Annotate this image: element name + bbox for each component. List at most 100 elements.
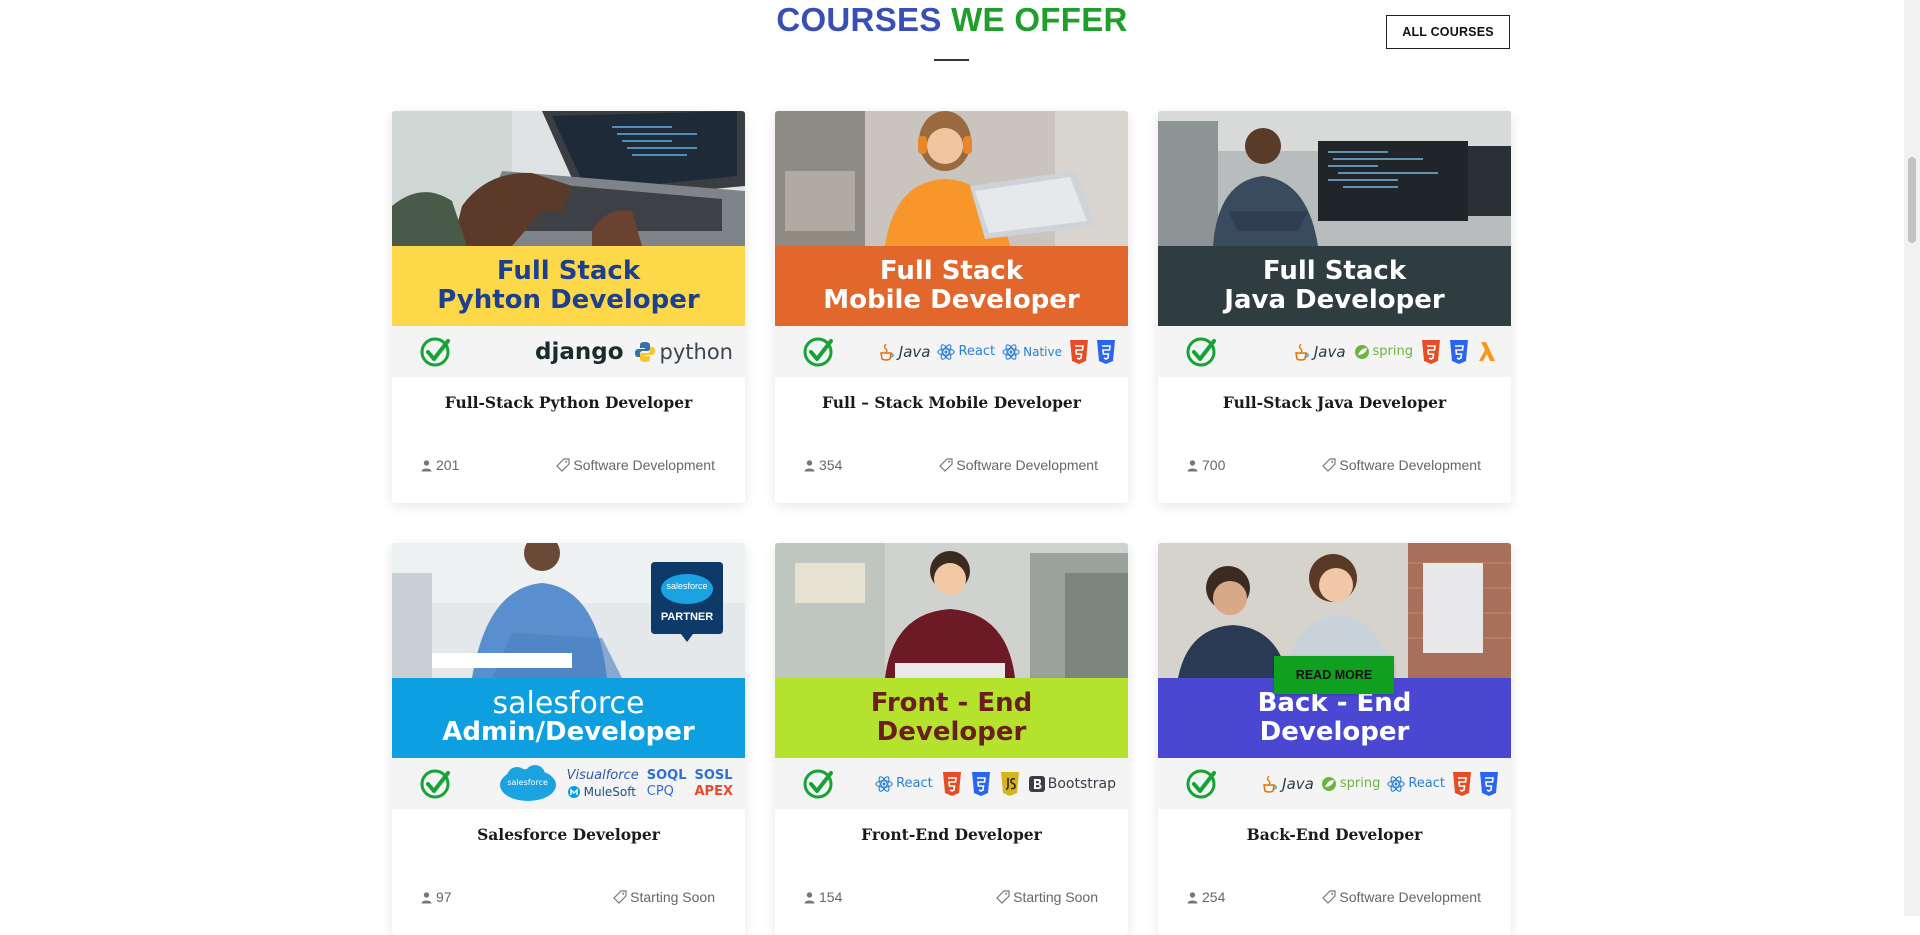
spring-leaf-icon (1354, 344, 1369, 359)
student-desk-photo (775, 543, 1128, 678)
django-logo: django (535, 338, 624, 365)
java-logo: Java (1261, 774, 1314, 794)
course-thumbnail[interactable]: Full Stack Pyhton Developer django pytho (392, 111, 745, 377)
java-label: Java (1282, 774, 1314, 793)
course-card-java[interactable]: Full Stack Java Developer Java spring Fu… (1158, 111, 1511, 503)
banner-line-2: Developer (876, 717, 1027, 747)
course-category-label: Software Development (956, 457, 1098, 473)
student-count-value: 154 (819, 889, 843, 905)
page-scrollbar[interactable] (1904, 0, 1920, 916)
tech-strip: Java React Native (775, 326, 1128, 377)
checkmark-icon (420, 337, 450, 367)
react-icon (937, 343, 956, 360)
user-icon (804, 459, 815, 471)
scrollbar-thumb[interactable] (1908, 157, 1916, 243)
tech-strip: Java spring React (1158, 758, 1511, 809)
course-card-python[interactable]: Full Stack Pyhton Developer django pytho (392, 111, 745, 503)
react-logo: React (937, 343, 995, 361)
java-label: Java (898, 342, 931, 361)
html5-icon (1453, 771, 1471, 796)
tech-logos: Java spring (1236, 326, 1499, 377)
javascript-icon (1000, 771, 1019, 796)
all-courses-button[interactable]: ALL COURSES (1386, 15, 1510, 49)
react-icon (1387, 775, 1405, 792)
mulesoft-logo: MuleSoft (567, 784, 639, 799)
lambda-icon (1479, 341, 1495, 361)
course-thumbnail[interactable]: Front - End Developer React Bootstrap (775, 543, 1128, 809)
laptop-photo (392, 111, 745, 246)
bootstrap-label: Bootstrap (1047, 775, 1116, 792)
course-thumbnail[interactable]: Full Stack Mobile Developer Java React N… (775, 111, 1128, 377)
salesforce-tools: Visualforce SOQL SOSL MuleSoft CPQ APEX (567, 768, 733, 799)
course-thumbnail[interactable]: salesforce PARTNER salesforce Admin/Deve… (392, 543, 745, 809)
course-card-mobile[interactable]: Full Stack Mobile Developer Java React N… (775, 111, 1128, 503)
course-card-salesforce[interactable]: salesforce PARTNER salesforce Admin/Deve… (392, 543, 745, 935)
checkmark-icon (1186, 769, 1216, 799)
visualforce-label: Visualforce (566, 768, 639, 783)
student-count-value: 254 (1202, 889, 1226, 905)
spring-leaf-icon (1321, 776, 1336, 791)
student-count: 154 (803, 889, 842, 905)
react-logo: React (875, 775, 933, 793)
course-category[interactable]: Software Development (556, 457, 715, 473)
course-category[interactable]: Starting Soon (613, 889, 715, 905)
java-cup-icon (1294, 343, 1309, 361)
course-title[interactable]: Full – Stack Mobile Developer (775, 393, 1128, 412)
react-logo: React (1387, 775, 1445, 793)
checkmark-icon (420, 769, 450, 799)
python-icon (634, 341, 655, 362)
spring-label: spring (1372, 344, 1413, 359)
course-meta: 254 Software Development (1186, 889, 1481, 905)
student-laptop-photo (775, 111, 1128, 246)
react-label: React (1408, 776, 1445, 791)
course-category[interactable]: Software Development (939, 457, 1098, 473)
salesforce-cloud-label: salesforce (507, 777, 548, 787)
student-count: 354 (803, 457, 842, 473)
course-title[interactable]: Front-End Developer (775, 825, 1128, 844)
read-more-button[interactable]: READ MORE (1274, 656, 1394, 694)
banner-line-2: Pyhton Developer (437, 285, 700, 315)
banner-line-2: Admin/Developer (442, 717, 695, 747)
react-native-label: Native (1023, 344, 1062, 359)
student-count: 97 (420, 889, 452, 905)
course-title[interactable]: Full-Stack Python Developer (392, 393, 745, 412)
course-card-backend[interactable]: Back - End Developer Java spring React R… (1158, 543, 1511, 935)
course-category[interactable]: Software Development (1322, 457, 1481, 473)
courses-section: COURSES WE OFFER ALL COURSES Full Stack … (0, 0, 1904, 935)
course-banner: Front - End Developer (775, 678, 1128, 758)
course-category[interactable]: Starting Soon (996, 889, 1098, 905)
mulesoft-label: MuleSoft (583, 784, 636, 799)
banner-line-1: Full Stack (879, 256, 1024, 286)
student-count-value: 97 (436, 889, 452, 905)
partner-badge-label: PARTNER (660, 611, 714, 623)
checkmark-icon (803, 769, 833, 799)
course-meta: 97 Starting Soon (420, 889, 715, 905)
css3-icon (1480, 771, 1498, 796)
apex-label: APEX (694, 784, 734, 799)
salesforce-partner-badge (651, 562, 723, 642)
course-title[interactable]: Full-Stack Java Developer (1158, 393, 1511, 412)
sosl-label: SOSL (694, 768, 733, 783)
course-card-frontend[interactable]: Front - End Developer React Bootstrap Fr… (775, 543, 1128, 935)
course-title[interactable]: Salesforce Developer (392, 825, 745, 844)
student-count: 201 (420, 457, 459, 473)
salesforce-cloud-logo: salesforce (499, 764, 557, 803)
user-icon (421, 459, 432, 471)
java-cup-icon (1263, 775, 1277, 793)
tech-logos: Java React Native (853, 326, 1116, 377)
student-count-value: 700 (1202, 457, 1226, 473)
cpq-label: CPQ (646, 784, 674, 799)
course-thumbnail[interactable]: Full Stack Java Developer Java spring (1158, 111, 1511, 377)
student-count: 700 (1186, 457, 1225, 473)
partner-badge-cloud-text: salesforce (666, 581, 708, 591)
course-banner: Full Stack Pyhton Developer (392, 246, 745, 326)
banner-line-2: Mobile Developer (823, 285, 1080, 315)
course-thumbnail[interactable]: Back - End Developer Java spring React R… (1158, 543, 1511, 809)
tech-strip: React Bootstrap (775, 758, 1128, 809)
user-icon (1187, 459, 1198, 471)
user-icon (1187, 891, 1198, 903)
course-category[interactable]: Software Development (1322, 889, 1481, 905)
react-native-logo: Native (1002, 343, 1062, 361)
html5-icon (1070, 339, 1088, 364)
course-title[interactable]: Back-End Developer (1158, 825, 1511, 844)
